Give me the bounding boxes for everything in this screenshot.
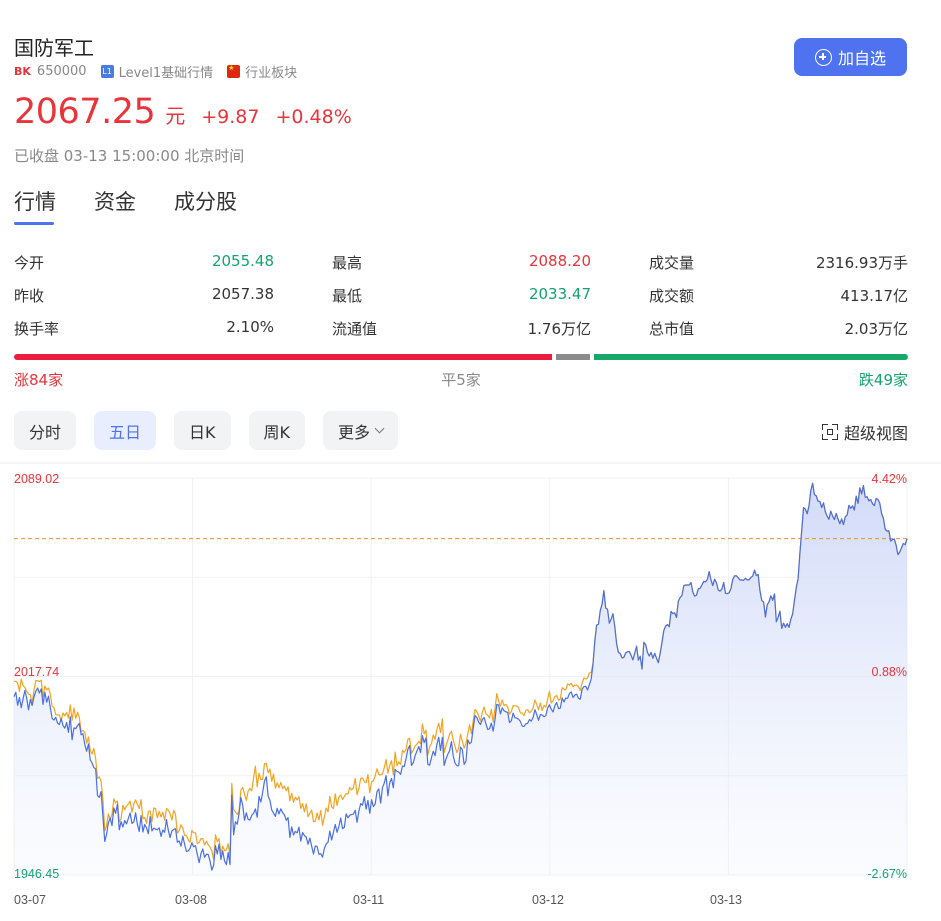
stat-high: 最高 2088.20 [332, 252, 591, 272]
price-change: +9.87 [201, 106, 260, 128]
tab-funds[interactable]: 资金 [94, 186, 136, 226]
period-selector: 分时 五日 日K 周K 更多 [14, 411, 399, 450]
market-status: 已收盘 03-13 15:00:00 北京时间 [14, 147, 245, 165]
china-flag-icon [227, 64, 241, 78]
price-change-percent: +0.48% [275, 106, 352, 128]
period-more-dropdown[interactable]: 更多 [323, 411, 399, 450]
current-price: 2067.25 [14, 92, 156, 132]
advance-segment [14, 354, 553, 360]
page-title: 国防军工 [14, 36, 94, 60]
y-tick-mid: 2017.74 [14, 665, 60, 679]
main-tabs: 行情 资金 成分股 [14, 186, 237, 226]
flat-count: 平5家 [441, 371, 481, 389]
y-tick-bottom: 1946.45 [14, 867, 60, 881]
tab-constituents[interactable]: 成分股 [174, 186, 237, 226]
stock-header: 国防军工 BK 650000 L1 Level1基础行情 行业板块 加自选 [14, 28, 909, 88]
pct-tick-bottom: -2.67% [867, 867, 907, 881]
period-five-day-button[interactable]: 五日 [94, 411, 157, 450]
price-row: 2067.25 元 +9.87 +0.48% [14, 92, 352, 132]
stats-row: 换手率 2.10% 流通值 1.76万亿 总市值 2.03万亿 [14, 312, 908, 345]
stat-volume: 成交量 2316.93万手 [649, 254, 908, 272]
decline-segment [594, 354, 908, 360]
stats-grid: 今开 2055.48 最高 2088.20 成交量 2316.93万手 昨收 2057.… [14, 246, 908, 345]
stat-prev-close: 昨收 2057.38 [14, 285, 274, 305]
super-view-label: 超级视图 [843, 424, 908, 443]
level1-icon: L1 [100, 65, 114, 78]
level-label: Level1基础行情 [118, 66, 214, 81]
period-intraday-button[interactable]: 分时 [14, 411, 77, 450]
tab-quote[interactable]: 行情 [14, 186, 56, 226]
pct-tick-mid: 0.88% [871, 665, 907, 679]
y-tick-top: 2089.02 [14, 472, 60, 486]
pct-tick-top: 4.42% [871, 472, 907, 486]
stats-row: 今开 2055.48 最高 2088.20 成交量 2316.93万手 [14, 246, 908, 279]
x-tick-label: 03-07 [14, 893, 46, 907]
add-watchlist-label: 加自选 [837, 49, 886, 68]
stat-market-cap: 总市值 2.03万亿 [649, 320, 908, 338]
advance-decline-bar [14, 353, 908, 361]
stat-float-cap: 流通值 1.76万亿 [332, 320, 591, 338]
stock-code: 650000 [36, 64, 87, 79]
fullscreen-icon [821, 424, 838, 440]
super-view-button[interactable]: 超级视图 [821, 420, 908, 444]
stat-turnover-rate: 换手率 2.10% [14, 318, 274, 338]
chevron-down-icon [374, 423, 385, 434]
period-weekly-k-button[interactable]: 周K [248, 411, 306, 450]
x-tick-label: 03-12 [532, 893, 564, 907]
five-day-chart[interactable]: 2089.02 2017.74 1946.45 4.42% 0.88% -2.6… [0, 462, 941, 921]
x-tick-label: 03-11 [353, 893, 385, 907]
decline-count: 跌49家 [858, 371, 908, 389]
period-daily-k-button[interactable]: 日K [174, 411, 231, 450]
stat-turnover-amount: 成交额 413.17亿 [649, 287, 908, 305]
stats-row: 昨收 2057.38 最低 2033.47 成交额 413.17亿 [14, 279, 908, 312]
add-watchlist-button[interactable]: 加自选 [794, 38, 907, 76]
x-tick-label: 03-13 [710, 893, 742, 907]
price-unit: 元 [165, 104, 186, 128]
stock-meta: BK 650000 L1 Level1基础行情 行业板块 [14, 62, 297, 81]
stat-open: 今开 2055.48 [14, 252, 274, 272]
board-badge: BK [14, 65, 31, 78]
chart-svg [0, 462, 941, 876]
plus-circle-icon [814, 48, 832, 66]
stat-low: 最低 2033.47 [332, 285, 591, 305]
advance-decline-labels: 涨84家 平5家 跌49家 [14, 369, 908, 391]
flat-segment [556, 354, 591, 360]
x-tick-label: 03-08 [175, 893, 207, 907]
sector-label: 行业板块 [245, 66, 298, 81]
